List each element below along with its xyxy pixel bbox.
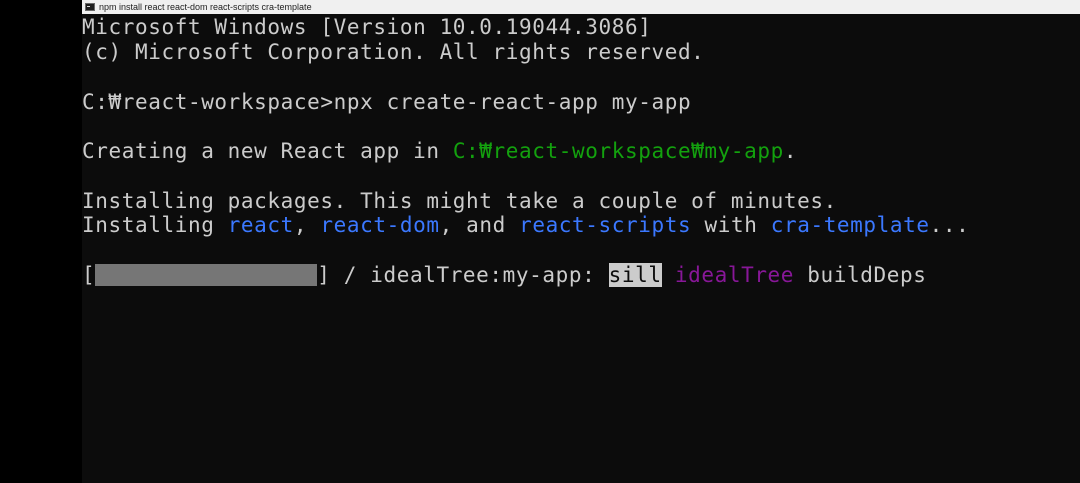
separator-and: , and: [439, 213, 520, 237]
console-app-icon: [85, 3, 95, 11]
stage-name: idealTree: [674, 263, 795, 287]
screen: npm install react react-dom react-script…: [0, 0, 1080, 483]
status-prefix: idealTree:my-app:: [370, 263, 609, 287]
progress-line: [] / idealTree:my-app: sill idealTree bu…: [82, 262, 927, 288]
package-cra-template: cra-template: [770, 213, 930, 237]
installing-prefix: Installing: [82, 213, 228, 237]
prompt-command-line: C:₩react-workspace>npx create-react-app …: [82, 90, 692, 114]
creating-app-line: Creating a new React app in C:₩react-wor…: [82, 138, 797, 164]
spinner: /: [330, 263, 371, 287]
header-copyright-line: (c) Microsoft Corporation. All rights re…: [82, 40, 705, 64]
installing-packages-line: Installing packages. This might take a c…: [82, 189, 837, 213]
with-text: with: [691, 213, 771, 237]
console-window[interactable]: npm install react react-dom react-script…: [82, 0, 1080, 483]
creating-suffix: .: [783, 139, 798, 163]
package-react-dom: react-dom: [320, 213, 440, 237]
package-react-scripts: react-scripts: [519, 213, 692, 237]
progress-bar: [95, 264, 318, 286]
separator-comma: ,: [293, 213, 321, 237]
log-level-badge: sill: [608, 263, 662, 287]
creating-prefix: Creating a new React app in: [82, 139, 453, 163]
app-path: C:₩react-workspace₩my-app: [452, 139, 784, 163]
progress-open-bracket: [: [82, 263, 96, 287]
title-bar[interactable]: npm install react react-dom react-script…: [82, 0, 1080, 14]
header-version-line: Microsoft Windows [Version 10.0.19044.30…: [82, 15, 652, 39]
progress-close-bracket: ]: [317, 263, 331, 287]
package-react: react: [227, 213, 294, 237]
window-title: npm install react react-dom react-script…: [99, 2, 312, 12]
stage-action: buildDeps: [794, 263, 927, 287]
installing-list-line: Installing react, react-dom, and react-s…: [82, 212, 969, 238]
ellipsis: ...: [929, 213, 970, 237]
console-output[interactable]: Microsoft Windows [Version 10.0.19044.30…: [82, 14, 1080, 483]
